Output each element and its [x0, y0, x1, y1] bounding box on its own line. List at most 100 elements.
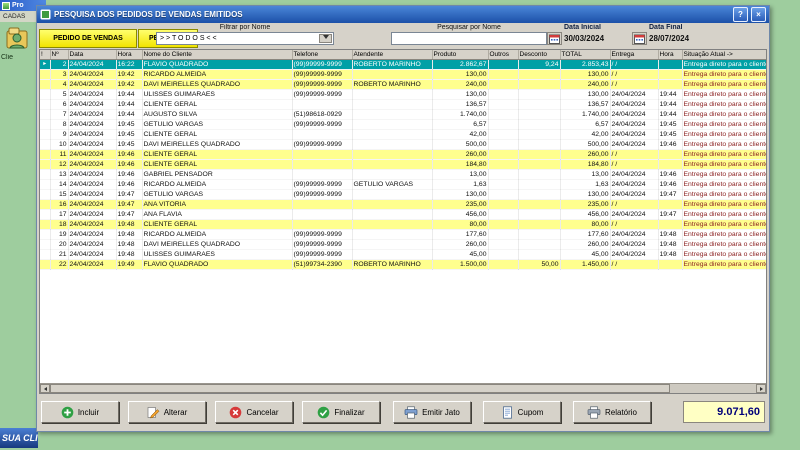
help-button[interactable]: ?	[733, 7, 748, 22]
column-header[interactable]: Telefone	[292, 50, 353, 60]
cell-nome: FLAVIO QUADRADO	[142, 259, 293, 270]
cell-entrega_hora: 19:48	[658, 229, 683, 240]
cell-total: 1.450,00	[560, 259, 611, 270]
order-row[interactable]: 21 24/04/2024 19:48 ULISSES GUIMARAES (99)99…	[40, 249, 766, 260]
cell-total: 184,80	[560, 159, 611, 170]
cell-outros	[488, 189, 519, 200]
column-header[interactable]: Desconto	[518, 50, 561, 60]
h-scrollbar[interactable]	[40, 383, 766, 393]
cell-outros	[488, 229, 519, 240]
order-row[interactable]: 4 24/04/2024 19:42 DAVI MEIRELLES QUADRADO(…	[40, 79, 766, 90]
cell-outros	[488, 199, 519, 210]
search-input[interactable]	[391, 32, 547, 45]
row-indicator	[40, 69, 51, 80]
cancelar-button[interactable]: Cancelar	[215, 401, 293, 423]
cell-nome: ULISSES GUIMARAES	[142, 89, 293, 100]
order-row[interactable]: 22 24/04/2024 19:49 FLAVIO QUADRADO (51)9973…	[40, 259, 766, 270]
order-row[interactable]: 18 24/04/2024 19:48 CLIENTE GERAL 80,00 80,00…	[40, 219, 766, 230]
cell-entrega: 24/04/2024	[610, 139, 659, 150]
date-start-picker-button[interactable]	[547, 32, 562, 45]
cell-data: 24/04/2024	[68, 229, 117, 240]
order-row[interactable]: 12 24/04/2024 19:46 CLIENTE GERAL 184,80 184,…	[40, 159, 766, 170]
order-row[interactable]: 15 24/04/2024 19:47 GETULIO VARGAS (99)99999…	[40, 189, 766, 200]
order-row[interactable]: 20 24/04/2024 19:48 DAVI MEIRELLES QUADRADO…	[40, 239, 766, 250]
order-row[interactable]: 9 24/04/2024 19:45 CLIENTE GERAL 42,00 42,00 2…	[40, 129, 766, 140]
cell-nome: CLIENTE GERAL	[142, 99, 293, 110]
cell-data: 24/04/2024	[68, 129, 117, 140]
cell-entrega: 24/04/2024	[610, 109, 659, 120]
cell-data: 24/04/2024	[68, 99, 117, 110]
order-row[interactable]: ▸ 2 24/04/2024 16:22 FLAVIO QUADRADO (99)9999…	[40, 59, 766, 70]
row-indicator	[40, 99, 51, 110]
column-header[interactable]: Produto	[432, 50, 489, 60]
alterar-button[interactable]: Alterar	[128, 401, 206, 423]
column-header[interactable]: Data	[68, 50, 117, 60]
cell-entrega_hora	[658, 199, 683, 210]
cupom-button[interactable]: Cupom	[483, 401, 561, 423]
date-end-value[interactable]: 28/07/2024	[649, 32, 719, 45]
cell-telefone	[292, 149, 353, 160]
cell-desconto: 50,00	[518, 259, 561, 270]
column-header[interactable]: !	[40, 50, 51, 60]
action-label: Cancelar	[246, 407, 279, 417]
order-row[interactable]: 14 24/04/2024 19:46 RICARDO ALMEIDA (99)9999…	[40, 179, 766, 190]
order-row[interactable]: 7 24/04/2024 19:44 AUGUSTO SILVA (51)98618-0…	[40, 109, 766, 120]
order-row[interactable]: 19 24/04/2024 19:48 RICARDO ALMEIDA (99)9999…	[40, 229, 766, 240]
column-header[interactable]: Nº	[50, 50, 69, 60]
order-row[interactable]: 6 24/04/2024 19:44 CLIENTE GERAL 136,57 136,5…	[40, 99, 766, 110]
scroll-left-button[interactable]	[40, 384, 50, 393]
row-indicator: ▸	[40, 59, 51, 70]
pedido-de-vendas-button[interactable]: PEDIDO DE VENDAS	[39, 29, 137, 48]
column-header[interactable]: Entrega	[610, 50, 659, 60]
date-start-value[interactable]: 30/03/2024	[564, 32, 634, 45]
action-label: Cupom	[517, 407, 544, 417]
filter-by-name-select[interactable]: > > T O D O S < <	[156, 32, 334, 45]
clients-toolbar-icon[interactable]	[5, 27, 29, 57]
column-header[interactable]: Hora	[658, 50, 683, 60]
column-header[interactable]: Hora	[116, 50, 143, 60]
cell-hora: 19:47	[116, 199, 143, 210]
date-end-picker-button[interactable]	[632, 32, 647, 45]
order-row[interactable]: 16 24/04/2024 19:47 ANA VITORIA 235,00 235,00…	[40, 199, 766, 210]
filter-dropdown-button[interactable]	[319, 34, 332, 43]
cell-entrega: 24/04/2024	[610, 119, 659, 130]
cell-hora: 19:46	[116, 149, 143, 160]
cell-produto: 2.862,67	[432, 59, 489, 70]
order-row[interactable]: 11 24/04/2024 19:46 CLIENTE GERAL 260,00 260,…	[40, 149, 766, 160]
cell-atendente	[352, 149, 433, 160]
finalizar-button[interactable]: Finalizar	[302, 401, 380, 423]
order-row[interactable]: 5 24/04/2024 19:44 ULISSES GUIMARAES (99)999…	[40, 89, 766, 100]
cell-entrega: 24/04/2024	[610, 129, 659, 140]
cell-produto: 6,57	[432, 119, 489, 130]
order-row[interactable]: 3 24/04/2024 19:42 RICARDO ALMEIDA (99)99999…	[40, 69, 766, 80]
scroll-right-button[interactable]	[756, 384, 766, 393]
cell-desconto	[518, 129, 561, 140]
column-header[interactable]: TOTAL	[560, 50, 611, 60]
close-button[interactable]: ×	[751, 7, 766, 22]
cell-data: 24/04/2024	[68, 159, 117, 170]
cell-outros	[488, 99, 519, 110]
cell-outros	[488, 129, 519, 140]
cell-num: 3	[50, 69, 69, 80]
order-row[interactable]: 10 24/04/2024 19:45 DAVI MEIRELLES QUADRADO…	[40, 139, 766, 150]
scrollbar-track[interactable]	[670, 384, 756, 393]
column-header[interactable]: Atendente	[352, 50, 433, 60]
cell-num: 19	[50, 229, 69, 240]
cell-desconto	[518, 199, 561, 210]
titlebar[interactable]: PESQUISA DOS PEDIDOS DE VENDAS EMITIDOS …	[37, 6, 769, 23]
parent-statusbar-text: SUA CLI	[2, 433, 38, 443]
cell-entrega_hora: 19:48	[658, 239, 683, 250]
relatorio-button[interactable]: Relatório	[573, 401, 651, 423]
row-indicator	[40, 189, 51, 200]
order-row[interactable]: 17 24/04/2024 19:47 ANA FLAVIA 456,00 456,00 2…	[40, 209, 766, 220]
emitir-jato-button[interactable]: Emitir Jato	[393, 401, 471, 423]
scrollbar-thumb[interactable]	[50, 384, 670, 393]
cell-total: 45,00	[560, 249, 611, 260]
column-header[interactable]: Outros	[488, 50, 519, 60]
order-row[interactable]: 13 24/04/2024 19:46 GABRIEL PENSADOR 13,00 13…	[40, 169, 766, 180]
column-header[interactable]: Situação Atual ->	[682, 50, 766, 60]
column-header[interactable]: Nome do Cliente	[142, 50, 293, 60]
incluir-button[interactable]: Incluir	[41, 401, 119, 423]
cell-total: 1,63	[560, 179, 611, 190]
order-row[interactable]: 8 24/04/2024 19:45 GETULIO VARGAS (99)99999-…	[40, 119, 766, 130]
